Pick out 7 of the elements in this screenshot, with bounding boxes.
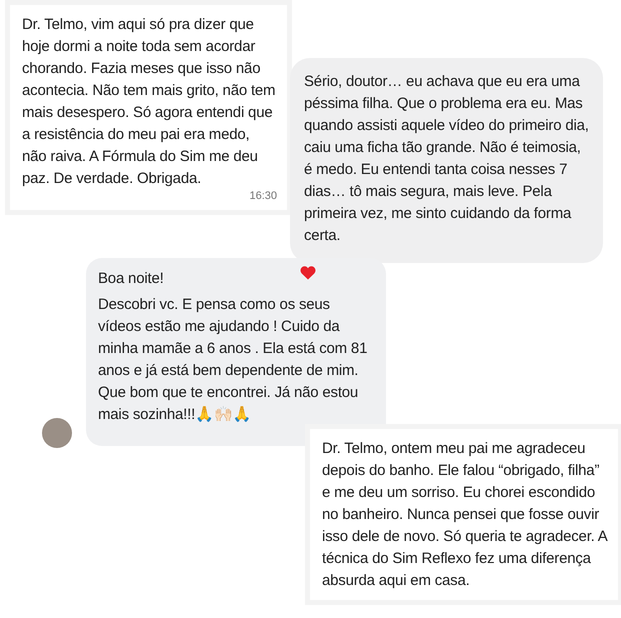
message-text: Dr. Telmo, vim aqui só pra dizer que hoje dormi a noite toda sem acordar chorando. Fazia meses que isso não acontecia. Não tem mais grito, não tem mais desespero. Só agora entendi que a resistência do meu pai era medo, não raiva. A Fórmula do Sim me deu paz. De verdade. Obrigada.: [22, 15, 276, 189]
avatar: [42, 418, 72, 448]
message-text: Dr. Telmo, ontem meu pai me agradeceu depois do banho. Ele falou “obrigado, filha” e me deu um sorriso. Eu chorei escondido no banheiro. Nunca pensei que fosse ouvir isso dele de novo. Só queria te agradecer. A técnica do Sim Reflexo fez uma diferença absurda aqui em casa.: [322, 439, 608, 591]
message-time: 16:30: [249, 190, 277, 202]
message-greeting: Boa noite!: [98, 269, 165, 289]
message-text: Descobri vc. E pensa como os seus vídeos estão me ajudando ! Cuido da minha mamãe a 6 anos . Ela está com 81 anos e já está bem dependente de mim. Que bom que te encontrei. Já não estou mais sozinha!!!🙏🙌🏻🙏: [98, 295, 368, 425]
message-text: Sério, doutor… eu achava que eu era uma péssima filha. Que o problema era eu. Mas quando assisti aquele vídeo do primeiro dia, caiu uma ficha tão grande. Não é teimosia, é medo. Eu entendi tanta coisa nesses 7 dias… tô mais segura, mais leve. Pela primeira vez, me sinto cuidando da forma certa.: [304, 72, 589, 246]
